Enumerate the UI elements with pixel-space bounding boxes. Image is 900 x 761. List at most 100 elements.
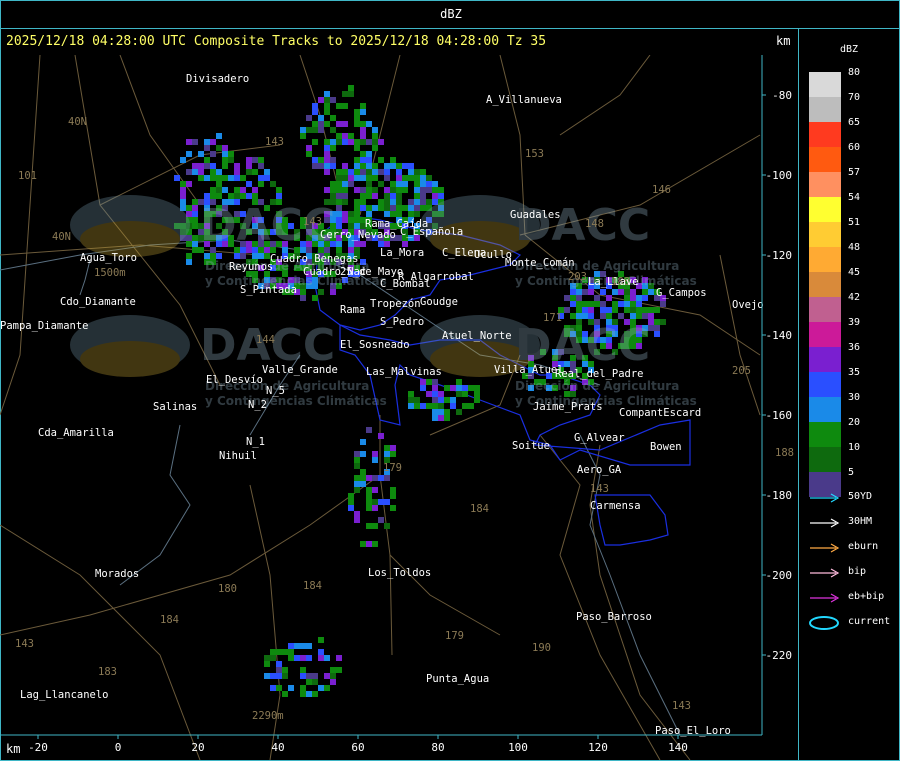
echo-pixel	[348, 85, 354, 91]
legend-swatch	[809, 347, 841, 372]
echo-pixel	[378, 169, 384, 175]
track-label: 50YD	[848, 491, 873, 502]
x-tick-label: 140	[668, 741, 688, 754]
radar-map[interactable]: DACC Dirección de Agricultura y Continge…	[0, 55, 798, 760]
echo-pixel	[186, 139, 192, 145]
road-number: 179	[445, 630, 464, 642]
echo-pixel	[372, 523, 378, 529]
echo-pixel	[420, 169, 426, 175]
echo-pixel	[366, 487, 372, 493]
echo-pixel	[336, 175, 342, 181]
echo-pixel	[372, 133, 378, 139]
watermark-brand: DACC	[515, 200, 650, 251]
echo-pixel	[306, 151, 312, 157]
echo-pixel	[312, 127, 318, 133]
echo-pixel	[408, 397, 414, 403]
echo-pixel	[402, 187, 408, 193]
echo-pixel	[408, 403, 414, 409]
echo-pixel	[192, 163, 198, 169]
echo-pixel	[576, 289, 582, 295]
place-label: Cerro_Nevado	[320, 229, 396, 241]
echo-pixel	[582, 307, 588, 313]
echo-pixel	[336, 205, 342, 211]
echo-pixel	[192, 217, 198, 223]
track-legend-item: bip	[808, 566, 898, 580]
echo-pixel	[342, 199, 348, 205]
arrow-icon	[810, 518, 840, 528]
echo-pixel	[636, 295, 642, 301]
echo-pixel	[336, 655, 342, 661]
echo-pixel	[306, 145, 312, 151]
echo-pixel	[360, 169, 366, 175]
echo-pixel	[330, 163, 336, 169]
echo-pixel	[390, 193, 396, 199]
legend-swatch	[809, 222, 841, 247]
place-label: N_5	[266, 385, 285, 397]
echo-pixel	[462, 385, 468, 391]
echo-pixel	[360, 469, 366, 475]
place-label: Paso_Barroso	[576, 611, 652, 623]
echo-pixel	[246, 157, 252, 163]
echo-pixel	[318, 121, 324, 127]
echo-pixel	[198, 163, 204, 169]
echo-pixel	[324, 655, 330, 661]
echo-pixel	[378, 157, 384, 163]
echo-pixel	[288, 649, 294, 655]
legend-swatch	[809, 172, 841, 197]
place-label: Divisadero	[186, 73, 249, 85]
echo-pixel	[276, 673, 282, 679]
echo-pixel	[624, 301, 630, 307]
place-label: Real_del_Padre	[555, 368, 644, 380]
echo-pixel	[360, 103, 366, 109]
echo-pixel	[234, 187, 240, 193]
echo-pixel	[648, 289, 654, 295]
place-label: Reyunos	[229, 261, 273, 273]
echo-pixel	[318, 157, 324, 163]
echo-pixel	[336, 169, 342, 175]
place-label: Ovejo	[732, 299, 764, 311]
echo-pixel	[312, 691, 318, 697]
echo-pixel	[228, 151, 234, 157]
echo-pixel	[192, 241, 198, 247]
echo-pixel	[432, 181, 438, 187]
echo-pixel	[612, 307, 618, 313]
echo-pixel	[318, 127, 324, 133]
echo-pixel	[354, 145, 360, 151]
echo-pixel	[348, 499, 354, 505]
place-label: Cdo_Diamante	[60, 296, 136, 308]
road-number: 148	[585, 218, 604, 230]
echo-pixel	[390, 445, 396, 451]
echo-pixel	[354, 109, 360, 115]
echo-pixel	[210, 193, 216, 199]
echo-pixel	[318, 97, 324, 103]
echo-pixel	[378, 205, 384, 211]
echo-pixel	[222, 145, 228, 151]
echo-pixel	[354, 115, 360, 121]
echo-pixel	[318, 289, 324, 295]
echo-pixel	[642, 295, 648, 301]
echo-pixel	[204, 157, 210, 163]
echo-pixel	[234, 175, 240, 181]
echo-pixel	[414, 397, 420, 403]
road-number: 184	[470, 503, 489, 515]
echo-pixel	[414, 205, 420, 211]
echo-pixel	[336, 133, 342, 139]
echo-pixel	[330, 157, 336, 163]
echo-pixel	[408, 391, 414, 397]
echo-pixel	[330, 673, 336, 679]
arrow-icon	[810, 593, 840, 603]
echo-pixel	[360, 481, 366, 487]
echo-pixel	[420, 175, 426, 181]
echo-pixel	[360, 541, 366, 547]
legend-value: 80	[848, 67, 861, 78]
echo-pixel	[618, 301, 624, 307]
track-label: 30HM	[848, 516, 873, 527]
echo-pixel	[360, 451, 366, 457]
echo-pixel	[354, 211, 360, 217]
echo-pixel	[570, 295, 576, 301]
place-label: Aero_GA	[577, 464, 622, 476]
echo-pixel	[324, 121, 330, 127]
legend-value: 45	[848, 267, 861, 278]
echo-pixel	[426, 187, 432, 193]
echo-pixel	[216, 181, 222, 187]
